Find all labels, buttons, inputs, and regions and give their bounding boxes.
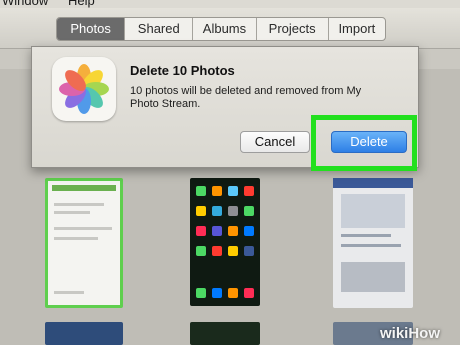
thumb-line bbox=[54, 237, 98, 240]
app-tile bbox=[228, 206, 238, 216]
app-tile bbox=[196, 186, 206, 196]
cancel-button[interactable]: Cancel bbox=[240, 131, 310, 153]
photo-thumbnail[interactable] bbox=[333, 178, 413, 308]
app-tile bbox=[196, 226, 206, 236]
app-tile bbox=[244, 288, 254, 298]
photo-thumbnail[interactable] bbox=[45, 322, 123, 345]
app-tile bbox=[228, 246, 238, 256]
app-tile bbox=[212, 226, 222, 236]
photos-flower-icon bbox=[59, 64, 109, 114]
app-tile bbox=[212, 246, 222, 256]
dialog-title: Delete 10 Photos bbox=[130, 63, 235, 78]
thumb-header bbox=[52, 185, 116, 191]
watermark: wikiHow bbox=[380, 325, 441, 342]
app-tile bbox=[196, 206, 206, 216]
tab-shared[interactable]: Shared bbox=[125, 18, 194, 40]
thumb-line bbox=[54, 211, 90, 214]
app-tile bbox=[244, 226, 254, 236]
app-tile bbox=[244, 186, 254, 196]
photo-thumbnail[interactable] bbox=[190, 322, 260, 345]
tab-photos[interactable]: Photos bbox=[57, 18, 126, 40]
menu-help[interactable]: Help bbox=[68, 0, 95, 8]
app-tile bbox=[212, 186, 222, 196]
app-tile bbox=[196, 288, 206, 298]
app-tile bbox=[196, 246, 206, 256]
tab-projects[interactable]: Projects bbox=[257, 18, 329, 40]
app-tile bbox=[244, 206, 254, 216]
menu-window[interactable]: Window bbox=[2, 0, 48, 8]
thumb-header bbox=[333, 178, 413, 188]
app-tile bbox=[212, 206, 222, 216]
photos-app-icon bbox=[52, 57, 116, 121]
thumb-line bbox=[341, 234, 391, 237]
app-tile bbox=[228, 288, 238, 298]
app-tile bbox=[228, 186, 238, 196]
photo-thumbnail-selected[interactable] bbox=[45, 178, 123, 308]
thumb-line bbox=[54, 203, 104, 206]
app-tile bbox=[228, 226, 238, 236]
thumb-cover bbox=[341, 194, 405, 228]
dialog-message: 10 photos will be deleted and removed fr… bbox=[130, 85, 362, 110]
toolbar: Photos Shared Albums Projects Import bbox=[0, 8, 460, 49]
menu-bar: Window Help bbox=[0, 0, 460, 8]
thumb-line bbox=[54, 227, 112, 230]
thumb-line bbox=[341, 244, 401, 247]
app-tile bbox=[212, 288, 222, 298]
view-segmented-control: Photos Shared Albums Projects Import bbox=[56, 17, 386, 41]
thumb-post bbox=[341, 262, 405, 292]
photo-thumbnail[interactable] bbox=[190, 178, 260, 306]
tab-albums[interactable]: Albums bbox=[193, 18, 257, 40]
tab-import[interactable]: Import bbox=[329, 18, 385, 40]
thumb-line bbox=[54, 291, 84, 294]
delete-button-highlight bbox=[311, 115, 417, 171]
app-tile bbox=[244, 246, 254, 256]
